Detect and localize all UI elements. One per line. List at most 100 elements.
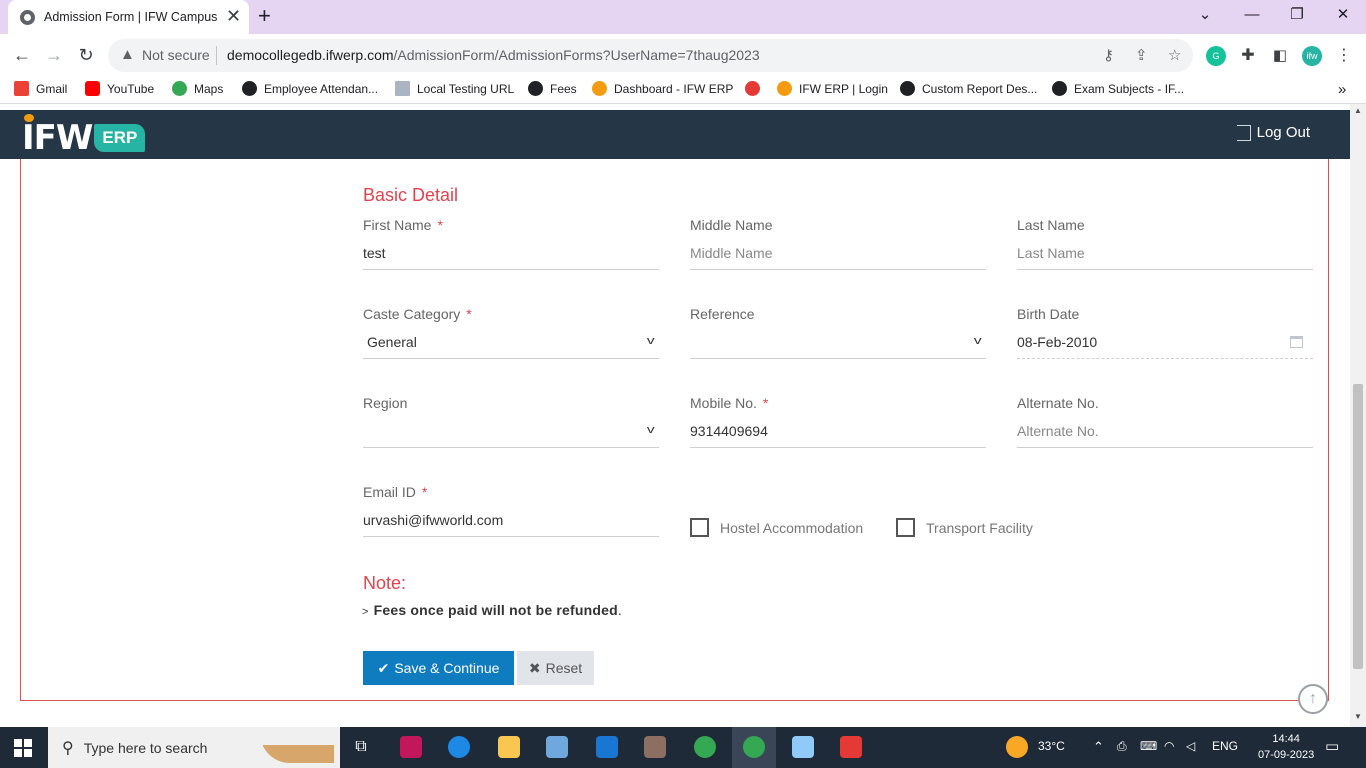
scroll-up-arrow-icon[interactable]: ▲ [1354,106,1362,115]
weather-temperature[interactable]: 33°C [1038,739,1065,753]
wifi-icon[interactable]: ◠ [1164,739,1174,753]
calendar-icon[interactable] [1290,336,1303,348]
anydesk-icon[interactable] [840,736,862,758]
browser-tab-active[interactable]: Admission Form | IFW Campus ✕ [8,0,249,34]
close-tab-icon[interactable]: ✕ [226,6,241,26]
close-icon: ✖ [528,659,541,676]
maps-pin-icon [172,81,187,96]
bookmark-maps[interactable]: Maps [172,81,223,96]
middle-name-input[interactable]: Middle Name [690,244,986,270]
language-indicator[interactable]: ENG [1212,739,1238,753]
close-window-button[interactable]: ✕ [1328,5,1358,25]
mobile-no-field: Mobile No. * 9314409694 [690,395,986,448]
logout-link[interactable]: Log Out [1236,124,1310,141]
reset-button[interactable]: ✖ Reset [517,651,594,685]
address-bar[interactable]: ▲ Not secure democollegedb.ifwerp.com/Ad… [108,39,1193,72]
back-arrow-icon[interactable]: ← [10,44,34,66]
email-id-input[interactable]: urvashi@ifwworld.com [363,511,659,537]
file-explorer-icon[interactable] [498,736,520,758]
restore-button[interactable]: ❐ [1282,5,1312,25]
store-icon[interactable] [546,736,568,758]
caste-category-select[interactable]: General v [363,333,659,359]
not-secure-label[interactable]: Not secure [142,47,210,63]
checkbox-icon[interactable] [690,518,709,537]
notepad-icon[interactable] [792,736,814,758]
grammarly-extension-icon[interactable]: G [1206,46,1226,66]
hostel-accommodation-checkbox[interactable]: Hostel Accommodation [690,518,863,537]
weather-icon[interactable] [1006,736,1028,758]
url-text[interactable]: democollegedb.ifwerp.com/AdmissionForm/A… [227,47,760,63]
alternate-no-input[interactable]: Alternate No. [1017,422,1313,448]
page-icon [395,81,410,96]
logout-icon [1236,124,1251,141]
reference-select[interactable]: v [690,333,986,359]
mail-icon[interactable] [596,736,618,758]
middle-name-field: Middle Name Middle Name [690,217,986,270]
note-title: Note: [363,573,407,593]
share-icon[interactable]: ⇪ [1135,46,1148,64]
chevron-up-icon[interactable]: ⌃ [1093,739,1104,755]
scroll-down-arrow-icon[interactable]: ▼ [1354,712,1362,721]
bookmark-local-testing[interactable]: Local Testing URL [395,81,514,96]
globe-icon [242,81,257,96]
bookmark-star-icon[interactable]: ☆ [1168,46,1181,64]
tab-search-chevron-icon[interactable]: ⌄ [1190,5,1220,25]
extensions-puzzle-icon[interactable]: ✚ [1238,46,1258,66]
last-name-input[interactable]: Last Name [1017,244,1313,270]
caste-category-field: Caste Category * General v [363,306,659,359]
checkbox-icon[interactable] [896,518,915,537]
bookmark-custom-report[interactable]: Custom Report Des... [900,81,1037,96]
profile-avatar[interactable]: ifw [1302,46,1322,66]
save-continue-button[interactable]: ✔ Save & Continue [363,651,514,685]
system-clock[interactable]: 14:44 07-09-2023 [1258,731,1314,763]
birth-date-input[interactable]: 08-Feb-2010 [1017,333,1313,359]
forward-arrow-icon[interactable]: → [42,44,66,66]
chrome-icon[interactable] [694,736,716,758]
volume-icon[interactable]: ◁ [1186,739,1195,753]
meet-icon[interactable]: ⎙ [1117,739,1127,754]
windows-start-icon[interactable] [14,739,32,757]
scroll-to-top-button[interactable]: ↑ [1298,684,1328,714]
warning-triangle-icon[interactable]: ▲ [120,46,135,63]
reference-field: Reference v [690,306,986,359]
gmail-icon [14,81,29,96]
region-select[interactable]: v [363,422,659,448]
alternate-no-field: Alternate No. Alternate No. [1017,395,1313,448]
browser-tab-bar: Admission Form | IFW Campus ✕ + ⌄ — ❐ ✕ [0,0,1366,34]
kebab-menu-icon[interactable]: ⋮ [1334,46,1354,66]
globe-icon [528,81,543,96]
first-name-field: First Name * test [363,217,659,270]
task-view-icon[interactable]: ⧉ [350,736,372,758]
bookmarks-overflow-icon[interactable]: » [1338,81,1346,98]
minimize-button[interactable]: — [1237,5,1267,25]
birth-date-field: Birth Date 08-Feb-2010 [1017,306,1313,359]
bookmark-fees[interactable]: Fees [528,81,577,96]
notification-icon[interactable]: ▭ [1325,737,1339,755]
app-icon[interactable] [400,736,422,758]
scrollbar-thumb[interactable] [1353,384,1363,669]
input-indicator-icon[interactable]: ⌨ [1140,739,1157,753]
first-name-input[interactable]: test [363,244,659,270]
bookmark-employee-attendance[interactable]: Employee Attendan... [242,81,378,96]
reload-icon[interactable]: ↻ [74,44,98,66]
bookmark-ifw-login[interactable]: IFW ERP | Login [777,81,888,96]
windows-taskbar: ⚲ Type here to search ⧉ 33°C ⌃ ⎙ ⌨ ◠ ◁ E… [0,727,1366,768]
page-scrollbar[interactable]: ▲ ▼ [1350,104,1366,727]
bookmark-app[interactable] [745,81,767,96]
key-icon[interactable]: ⚷ [1103,46,1114,64]
search-highlight-image [260,733,334,763]
new-tab-button[interactable]: + [258,3,271,29]
side-panel-icon[interactable]: ◧ [1270,46,1290,66]
ifw-erp-logo[interactable]: IFW ERP [22,114,146,156]
taskbar-search-box[interactable]: ⚲ Type here to search [48,727,340,768]
edge-browser-icon[interactable] [448,736,470,758]
bookmark-youtube[interactable]: YouTube [85,81,154,96]
app-icon[interactable] [644,736,666,758]
bookmark-exam-subjects[interactable]: Exam Subjects - IF... [1052,81,1184,96]
mobile-no-input[interactable]: 9314409694 [690,422,986,448]
transport-facility-checkbox[interactable]: Transport Facility [896,518,1033,537]
chrome-profile-icon[interactable] [743,736,765,758]
bookmark-gmail[interactable]: Gmail [14,81,67,96]
logo-flame-icon [24,114,34,122]
bookmark-dashboard[interactable]: Dashboard - IFW ERP [592,81,733,96]
